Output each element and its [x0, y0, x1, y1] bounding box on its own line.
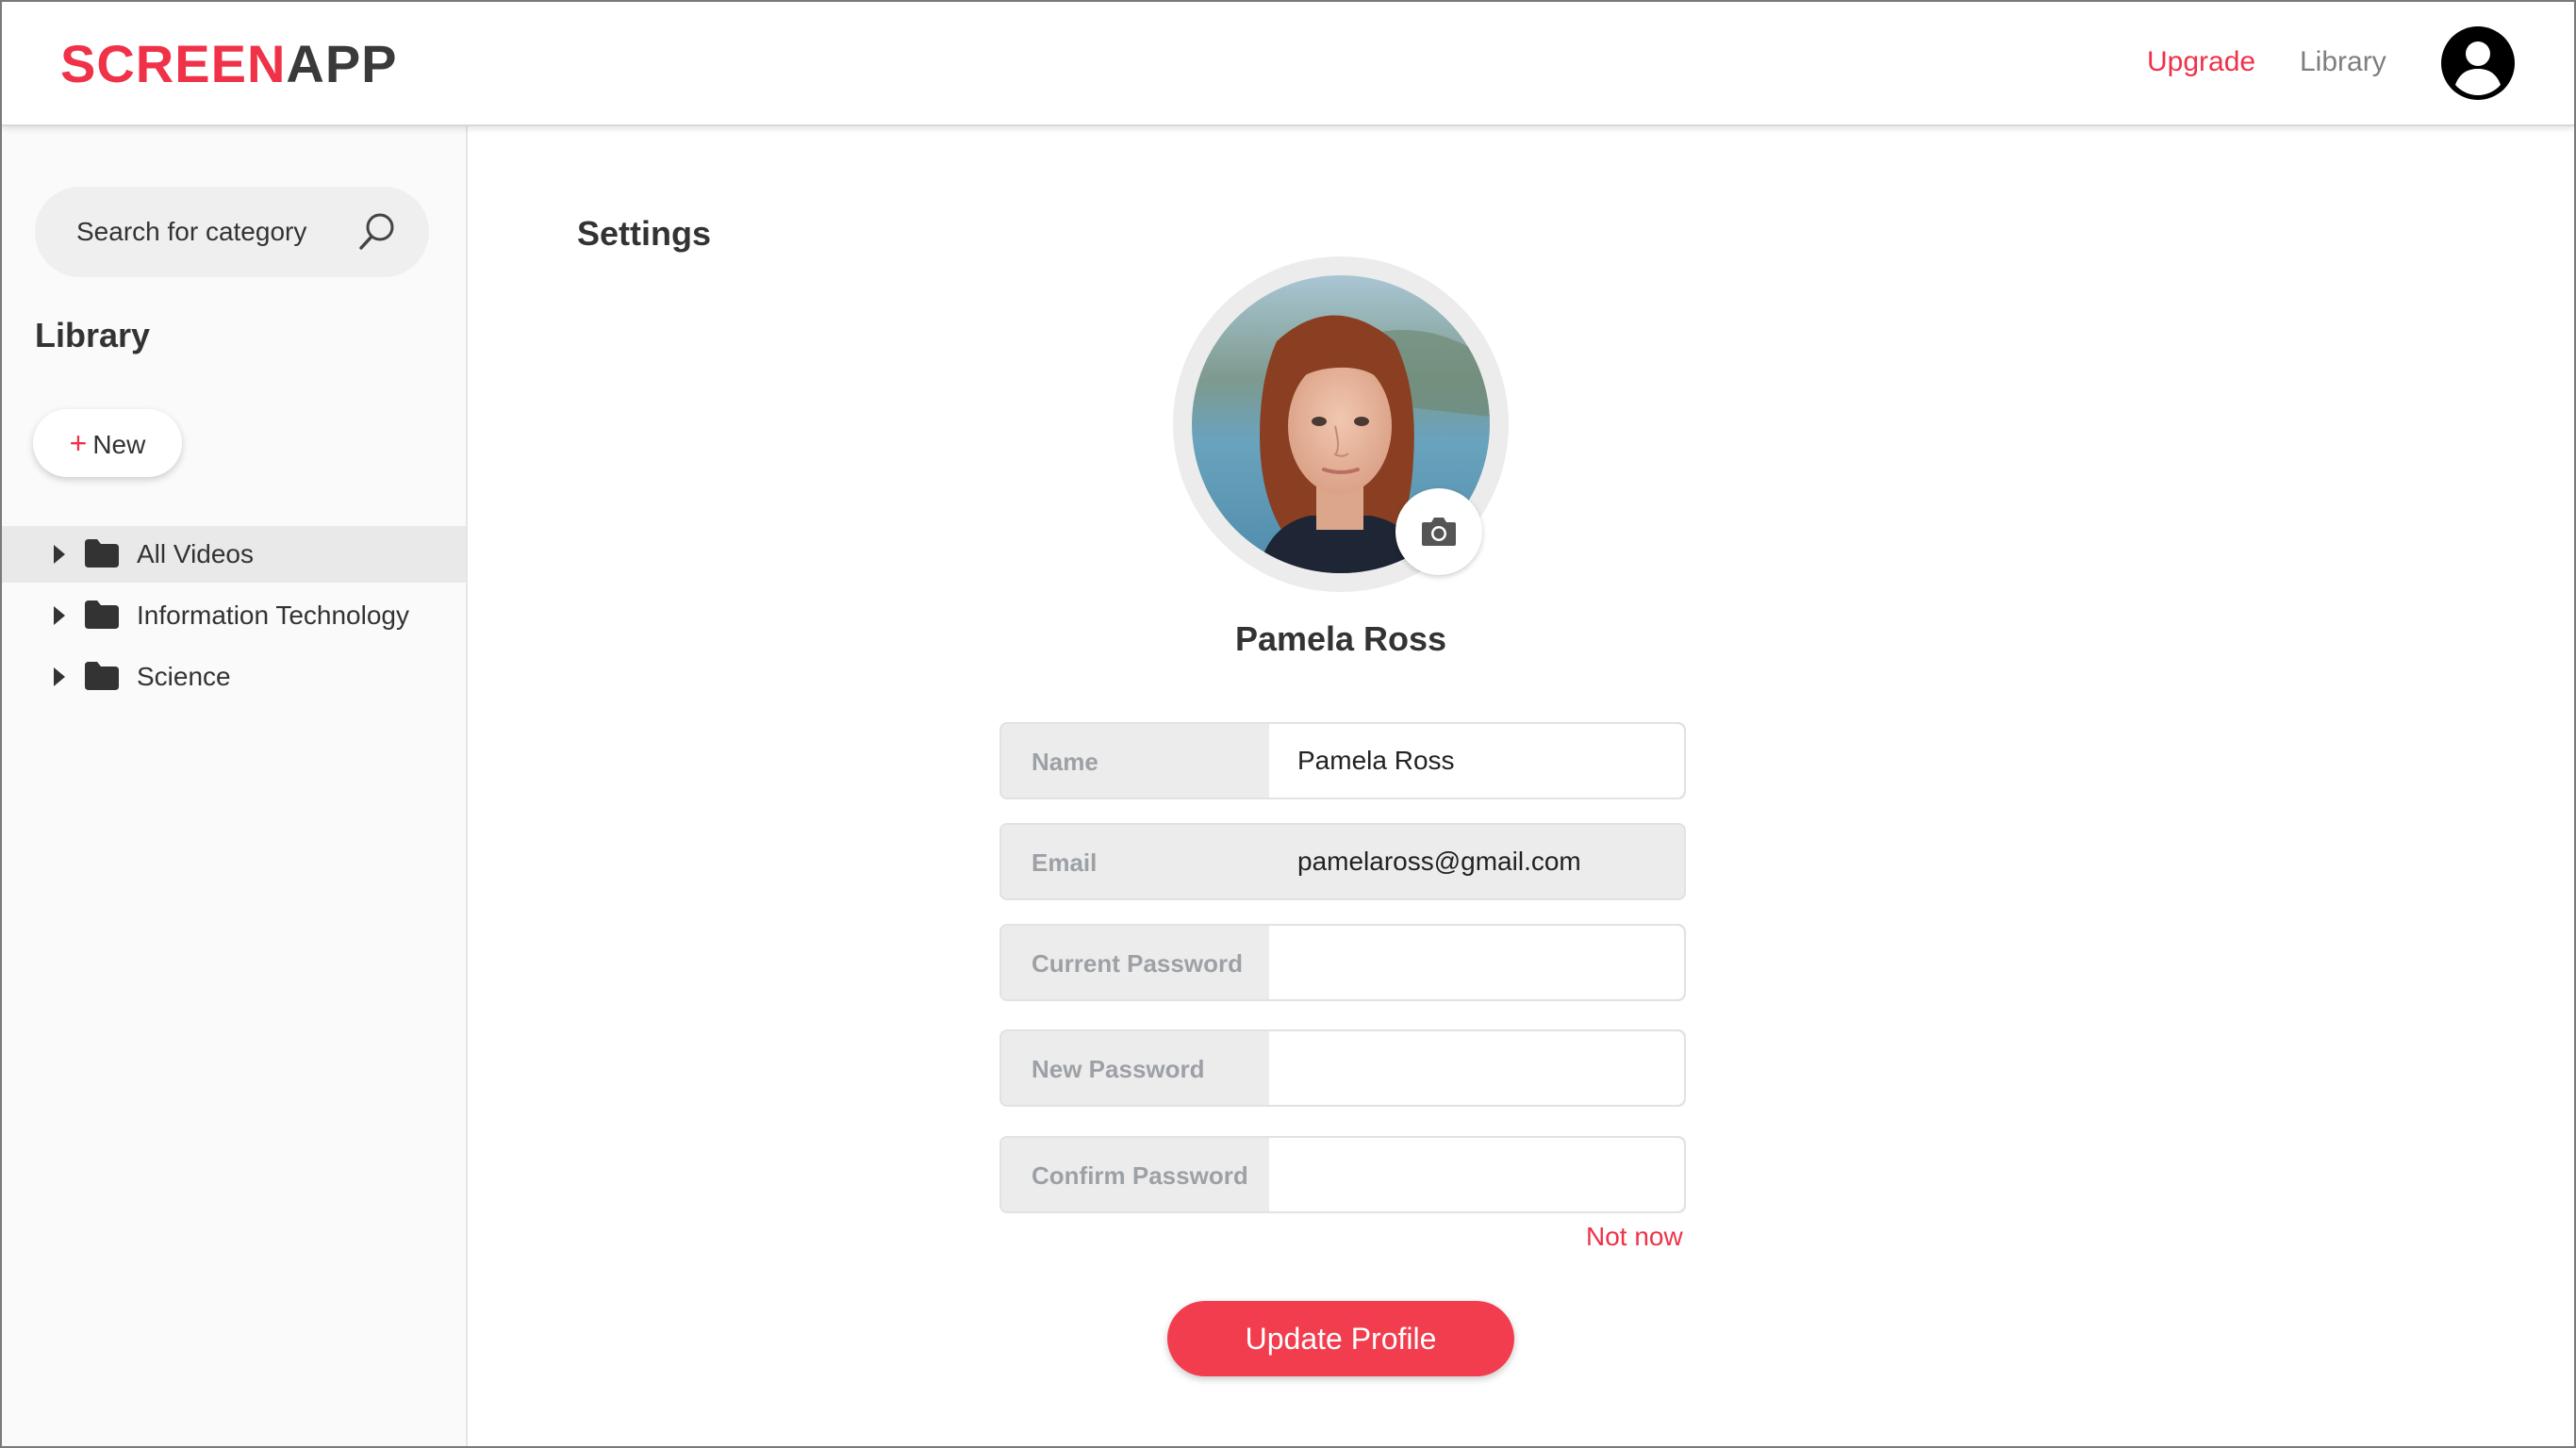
name-field: Name: [999, 722, 1686, 799]
library-heading: Library: [35, 316, 151, 354]
folder-icon: [85, 539, 119, 568]
caret-right-icon[interactable]: [54, 606, 65, 625]
current-password-input[interactable]: [1269, 926, 1684, 999]
page-title: Settings: [577, 214, 712, 253]
new-password-label: New Password: [1032, 1055, 1205, 1083]
email-label: Email: [1032, 848, 1098, 877]
caret-right-icon[interactable]: [54, 545, 65, 564]
name-input[interactable]: [1269, 724, 1684, 798]
confirm-password-label: Confirm Password: [1032, 1161, 1248, 1190]
sidebar-item-label: Science: [137, 662, 231, 691]
sidebar-item-science[interactable]: Science: [2, 649, 466, 705]
sidebar-item-information-technology[interactable]: Information Technology: [2, 587, 466, 644]
logo-app-text: APP: [286, 34, 398, 93]
plus-icon: +: [69, 426, 88, 460]
nav-library-link[interactable]: Library: [2300, 43, 2386, 81]
new-password-input[interactable]: [1269, 1031, 1684, 1105]
current-password-field: Current Password: [999, 924, 1686, 1001]
camera-icon: [1422, 518, 1456, 546]
confirm-password-input[interactable]: [1269, 1138, 1684, 1211]
change-photo-button[interactable]: [1395, 488, 1482, 575]
sidebar-item-label: All Videos: [137, 539, 255, 568]
search-icon[interactable]: [355, 211, 397, 253]
profile-name: Pamela Ross: [1234, 619, 1447, 658]
email-field: Email: [999, 823, 1686, 900]
caret-right-icon[interactable]: [54, 667, 65, 686]
name-label: Name: [1032, 748, 1098, 776]
new-password-field: New Password: [999, 1029, 1686, 1107]
current-password-label: Current Password: [1032, 949, 1243, 978]
new-button-label: New: [92, 430, 146, 459]
not-now-link[interactable]: Not now: [1586, 1220, 1683, 1254]
search-input[interactable]: Search for category: [76, 213, 306, 251]
category-search[interactable]: Search for category: [35, 187, 429, 277]
logo-screen-text: SCREEN: [60, 34, 287, 93]
new-button[interactable]: + New: [33, 409, 182, 477]
nav-upgrade-link[interactable]: Upgrade: [2147, 43, 2255, 81]
sidebar: Search for category Library + New All Vid…: [2, 126, 468, 1446]
app-window: SCREENAPP Upgrade Library Search for cat…: [0, 0, 2576, 1448]
confirm-password-field: Confirm Password: [999, 1136, 1686, 1213]
app-logo[interactable]: SCREENAPP: [60, 34, 398, 94]
email-input: [1269, 825, 1684, 898]
update-profile-button[interactable]: Update Profile: [1167, 1301, 1514, 1376]
top-navbar: SCREENAPP Upgrade Library: [2, 2, 2574, 126]
sidebar-item-label: Information Technology: [137, 601, 409, 630]
sidebar-item-all-videos[interactable]: All Videos: [2, 526, 466, 583]
folder-icon: [85, 601, 119, 629]
user-circle-icon[interactable]: [2441, 26, 2515, 100]
folder-icon: [85, 662, 119, 690]
